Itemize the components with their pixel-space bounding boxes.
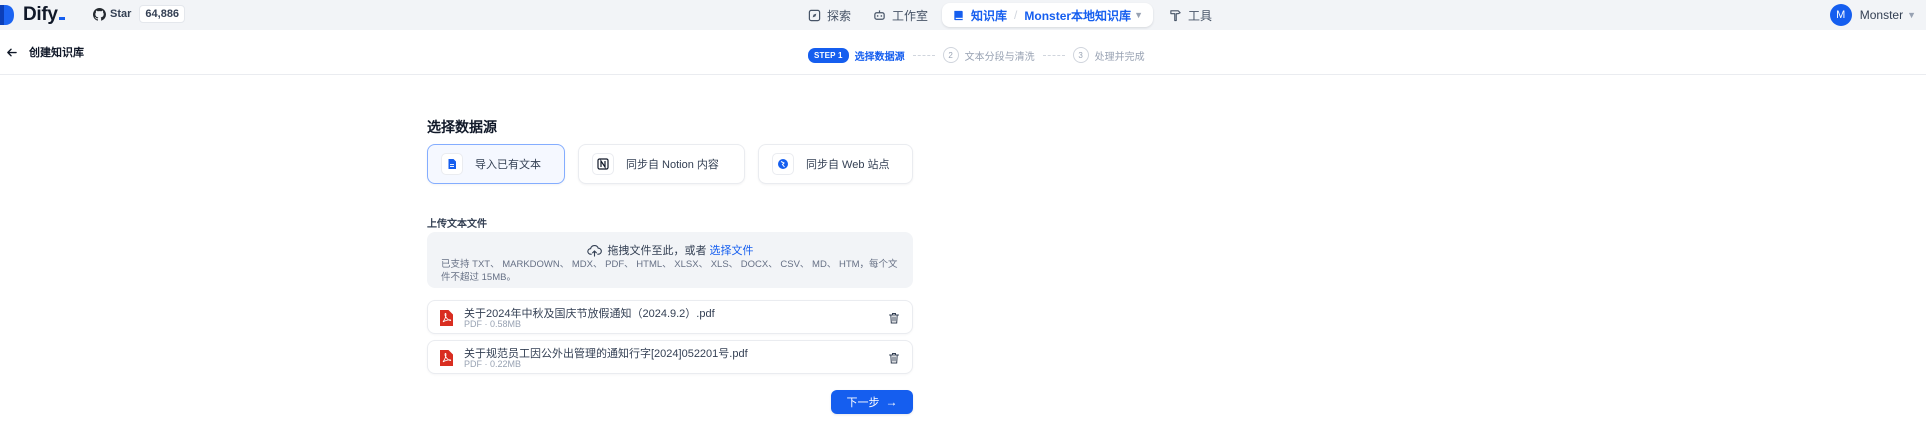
top-navbar: Dify Star 64,886 探索 工作室 知识库 / Monster本地知… [0, 0, 1926, 30]
github-star-count: 64,886 [139, 5, 186, 23]
user-name: Monster [1859, 8, 1904, 22]
step-1-badge: STEP 1 [808, 47, 849, 63]
nav-explore-label: 探索 [827, 8, 852, 23]
next-step-label: 下一步 [846, 397, 880, 409]
main-nav: 探索 工作室 知识库 / Monster本地知识库 ▼ 工具 [800, 3, 1226, 27]
notion-icon [592, 153, 614, 175]
step-2-number: 2 [942, 47, 959, 63]
dataset-selector[interactable]: Monster本地知识库 [1024, 7, 1131, 24]
back-button[interactable]: 创建知识库 [6, 44, 84, 60]
arrow-right-icon: → [885, 395, 898, 409]
github-star-button[interactable]: Star 64,886 [93, 4, 186, 24]
avatar: M [1829, 4, 1852, 26]
file-text-icon [441, 153, 463, 175]
file-meta: PDF · 0.58MB [464, 319, 522, 329]
source-label: 同步自 Web 站点 [806, 159, 890, 171]
step-connector [1042, 54, 1065, 56]
source-label: 导入已有文本 [475, 159, 541, 171]
nav-separator: / [1014, 8, 1018, 22]
nav-studio-label: 工作室 [892, 8, 929, 23]
github-star-label: Star [110, 8, 132, 20]
dify-logo[interactable]: Dify [0, 0, 65, 30]
nav-explore[interactable]: 探索 [800, 3, 859, 27]
github-icon [93, 7, 106, 21]
nav-knowledge[interactable]: 知识库 / Monster本地知识库 ▼ [942, 3, 1153, 27]
source-option-upload[interactable]: 导入已有文本 [427, 144, 565, 184]
section-title: 选择数据源 [427, 119, 497, 135]
dify-logo-icon [0, 5, 14, 25]
robot-icon [874, 9, 885, 20]
pdf-file-icon [440, 350, 453, 366]
logo-text: Dify [23, 4, 65, 26]
book-icon [954, 10, 963, 20]
upload-title: 上传文本文件 [427, 219, 487, 230]
pdf-file-icon [440, 310, 453, 326]
file-item[interactable]: 关于规范员工因公外出管理的通知行字[2024]052201号.pdf PDF ·… [427, 340, 913, 374]
dropzone-text: 拖拽文件至此，或者 [607, 245, 707, 257]
create-dataset-header: 创建知识库 STEP 1 选择数据源 2 文本分段与清洗 3 处理并完成 [0, 30, 1926, 75]
step-connector [912, 54, 935, 56]
nav-studio[interactable]: 工作室 [865, 3, 936, 27]
arrow-left-icon [7, 48, 17, 56]
file-meta: PDF · 0.22MB [464, 359, 522, 369]
hammer-icon [1170, 9, 1181, 21]
source-label: 同步自 Notion 内容 [626, 159, 719, 171]
supported-formats-hint: 已支持 TXT、 MARKDOWN、 MDX、 PDF、 HTML、 XLSX、… [441, 259, 898, 283]
chevron-down-icon: ▼ [1907, 10, 1916, 20]
trash-icon[interactable] [888, 312, 900, 324]
user-menu[interactable]: M Monster ▼ [1829, 3, 1916, 27]
chevron-down-icon[interactable]: ▼ [1134, 10, 1143, 20]
cloud-upload-icon [586, 244, 602, 257]
step-1-label: 选择数据源 [854, 51, 905, 63]
step-3-number: 3 [1072, 47, 1089, 63]
nav-tools-label: 工具 [1187, 8, 1212, 23]
file-item[interactable]: 关于2024年中秋及国庆节放假通知（2024.9.2）.pdf PDF · 0.… [427, 300, 913, 334]
compass-icon [808, 9, 821, 21]
globe-icon [772, 153, 794, 175]
source-option-notion[interactable]: 同步自 Notion 内容 [578, 144, 745, 184]
step-3-label: 处理并完成 [1094, 51, 1145, 63]
back-label: 创建知识库 [29, 47, 84, 59]
trash-icon[interactable] [888, 352, 900, 364]
next-step-button[interactable]: 下一步 → [831, 390, 913, 414]
dropzone-prompt: 拖拽文件至此，或者 选择文件 [427, 242, 913, 258]
nav-knowledge-label: 知识库 [971, 8, 1008, 23]
step-2-label: 文本分段与清洗 [964, 51, 1035, 63]
nav-tools[interactable]: 工具 [1161, 3, 1220, 27]
stepper: STEP 1 选择数据源 2 文本分段与清洗 3 处理并完成 [808, 47, 1145, 63]
file-dropzone[interactable]: 拖拽文件至此，或者 选择文件 已支持 TXT、 MARKDOWN、 MDX、 P… [427, 232, 913, 288]
source-option-web[interactable]: 同步自 Web 站点 [758, 144, 913, 184]
select-file-link[interactable]: 选择文件 [710, 242, 754, 258]
